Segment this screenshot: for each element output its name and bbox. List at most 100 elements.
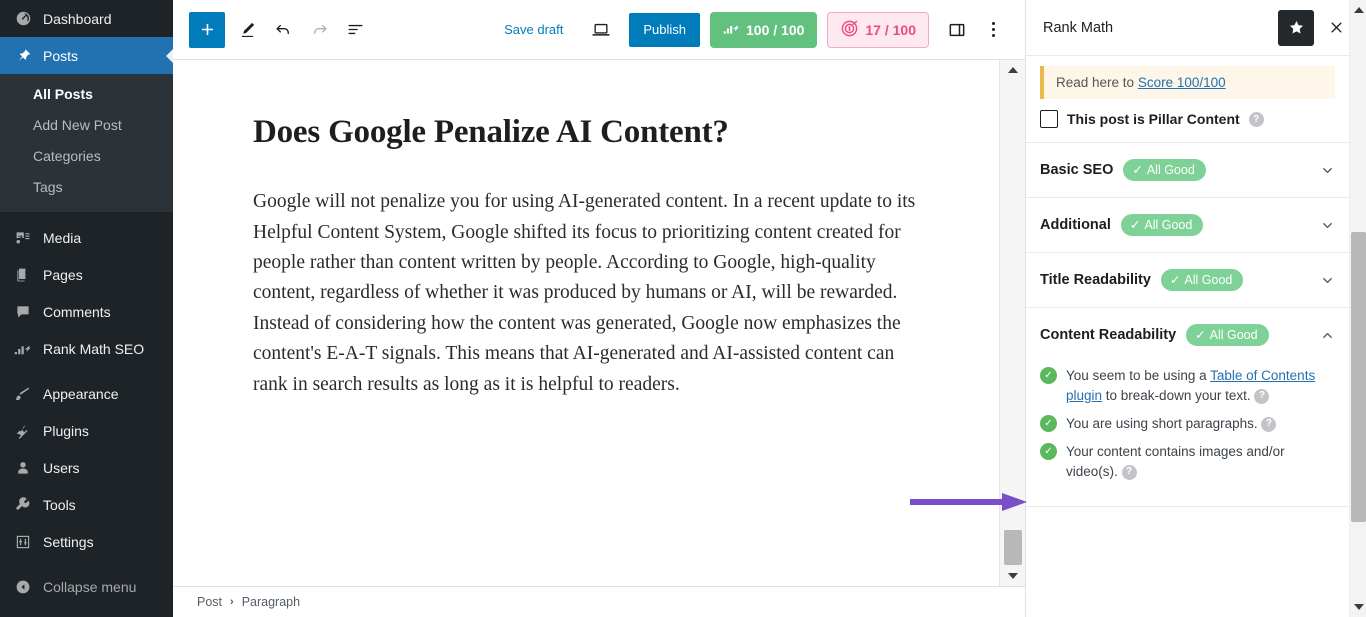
save-draft-button[interactable]: Save draft — [494, 16, 573, 43]
rank-math-scrollbar-thumb[interactable] — [1351, 232, 1366, 522]
media-icon — [12, 228, 34, 248]
section-title-readability-header[interactable]: Title Readability ✓ All Good — [1026, 253, 1349, 307]
content-ai-score-button[interactable]: 17 / 100 — [827, 11, 929, 48]
sidebar-item-dashboard[interactable]: Dashboard — [0, 0, 173, 37]
sidebar-subitem-categories[interactable]: Categories — [0, 141, 173, 172]
post-canvas[interactable]: Does Google Penalize AI Content? Google … — [173, 60, 999, 586]
rank-math-icon — [12, 339, 34, 359]
chevron-down-icon[interactable] — [1320, 273, 1335, 288]
status-badge: ✓ All Good — [1186, 324, 1269, 346]
comments-icon — [12, 302, 34, 322]
add-block-button[interactable] — [189, 11, 225, 48]
status-badge-label: All Good — [1144, 217, 1193, 232]
sidebar-subitem-add-new-post[interactable]: Add New Post — [0, 110, 173, 141]
star-icon[interactable] — [1278, 9, 1314, 46]
help-icon[interactable]: ? — [1261, 416, 1277, 432]
scroll-up-arrow-icon[interactable] — [1350, 0, 1366, 20]
tools-pencil-button[interactable] — [229, 12, 265, 48]
breadcrumb-separator-icon: › — [230, 596, 234, 608]
sidebar-item-comments[interactable]: Comments — [0, 294, 173, 331]
rank-math-sidebar-panel: Rank Math Read here to Score 100/100 Thi… — [1025, 0, 1366, 617]
pillar-content-row: This post is Pillar Content ? — [1026, 99, 1349, 143]
sidebar-item-label: Tools — [43, 497, 76, 514]
publish-button[interactable]: Publish — [629, 12, 700, 47]
status-badge: ✓ All Good — [1123, 159, 1206, 181]
sidebar-item-label: Settings — [43, 534, 94, 551]
sidebar-item-label: Posts — [43, 47, 79, 64]
collapse-menu-button[interactable]: Collapse menu — [0, 569, 173, 606]
editor-options-button[interactable] — [975, 12, 1011, 48]
redo-button[interactable] — [301, 12, 337, 48]
scroll-down-arrow-icon[interactable] — [1350, 597, 1366, 617]
settings-sidebar-toggle[interactable] — [939, 12, 975, 48]
sidebar-item-pages[interactable]: Pages — [0, 257, 173, 294]
list-item: ✓ You are using short paragraphs. ? — [1040, 414, 1335, 434]
sliders-icon — [12, 532, 34, 552]
rank-math-panel-body: Read here to Score 100/100 This post is … — [1026, 56, 1366, 617]
user-icon — [12, 458, 34, 478]
chevron-up-icon[interactable] — [1320, 328, 1335, 343]
sidebar-item-label: Pages — [43, 267, 83, 284]
editor-scrollbar-thumb[interactable] — [1004, 530, 1022, 565]
editor-scrollbar[interactable] — [999, 60, 1025, 586]
help-icon[interactable]: ? — [1254, 388, 1270, 404]
rank-math-panel-scrollbar[interactable] — [1349, 0, 1366, 617]
sidebar-item-tools[interactable]: Tools — [0, 487, 173, 524]
post-content: Does Google Penalize AI Content? Google … — [245, 112, 927, 400]
score-notice: Read here to Score 100/100 — [1040, 66, 1335, 99]
list-view-button[interactable] — [337, 12, 373, 48]
check-circle-icon: ✓ — [1040, 415, 1057, 432]
sidebar-item-label: Users — [43, 460, 80, 477]
wordpress-block-editor: Dashboard Posts All Posts Add New Post C… — [0, 0, 1366, 617]
section-additional: Additional ✓ All Good — [1026, 198, 1349, 253]
score-notice-prefix: Read here to — [1056, 75, 1138, 90]
posts-submenu: All Posts Add New Post Categories Tags — [0, 74, 173, 212]
sidebar-item-appearance[interactable]: Appearance — [0, 376, 173, 413]
rank-math-panel-title: Rank Math — [1043, 19, 1114, 36]
chevron-down-icon[interactable] — [1320, 218, 1335, 233]
list-item: ✓ You seem to be using a Table of Conten… — [1040, 366, 1335, 406]
sidebar-subitem-tags[interactable]: Tags — [0, 172, 173, 203]
scroll-down-arrow-icon[interactable] — [1000, 566, 1025, 586]
check-icon: ✓ — [1169, 273, 1181, 287]
sidebar-item-rank-math-seo[interactable]: Rank Math SEO — [0, 331, 173, 368]
sidebar-item-posts[interactable]: Posts — [0, 37, 173, 74]
undo-button[interactable] — [265, 12, 301, 48]
pillar-content-checkbox[interactable] — [1040, 110, 1058, 128]
sidebar-item-plugins[interactable]: Plugins — [0, 413, 173, 450]
chevron-down-icon[interactable] — [1320, 163, 1335, 178]
sidebar-item-label: Appearance — [43, 386, 119, 403]
score-notice-link[interactable]: Score 100/100 — [1138, 75, 1226, 90]
sidebar-item-settings[interactable]: Settings — [0, 524, 173, 561]
breadcrumb-item-paragraph[interactable]: Paragraph — [242, 595, 300, 609]
post-title-block[interactable]: Does Google Penalize AI Content? — [253, 112, 919, 153]
breadcrumb-item-post[interactable]: Post — [197, 595, 222, 609]
preview-button[interactable] — [583, 12, 619, 48]
seo-score-button[interactable]: 100 / 100 — [710, 11, 818, 48]
kebab-dot — [991, 22, 995, 25]
sidebar-item-label: Comments — [43, 304, 111, 321]
check-icon: ✓ — [1195, 328, 1206, 342]
scroll-up-arrow-icon[interactable] — [1000, 60, 1025, 80]
section-basic-seo-header[interactable]: Basic SEO ✓ All Good — [1026, 143, 1349, 197]
sidebar-subitem-all-posts[interactable]: All Posts — [0, 79, 173, 110]
section-content-readability-header[interactable]: Content Readability ✓ All Good — [1026, 308, 1349, 362]
status-badge-label: All Good — [1209, 327, 1258, 342]
content-readability-list: ✓ You seem to be using a Table of Conten… — [1026, 362, 1349, 506]
section-title: Title Readability — [1040, 272, 1151, 288]
sidebar-item-users[interactable]: Users — [0, 450, 173, 487]
section-basic-seo: Basic SEO ✓ All Good — [1026, 143, 1349, 198]
help-icon[interactable]: ? — [1121, 464, 1137, 480]
help-icon[interactable]: ? — [1248, 111, 1264, 127]
sidebar-item-media[interactable]: Media — [0, 220, 173, 257]
collapse-menu-label: Collapse menu — [43, 579, 137, 596]
editor-top-toolbar: Save draft Publish 100 / 100 17 / 100 — [173, 0, 1025, 60]
section-title: Content Readability — [1040, 327, 1177, 343]
check-icon: ✓ — [1129, 218, 1141, 232]
post-paragraph-block[interactable]: Google will not penalize you for using A… — [253, 187, 919, 400]
section-additional-header[interactable]: Additional ✓ All Good — [1026, 198, 1349, 252]
section-title: Additional — [1040, 217, 1111, 233]
close-icon[interactable] — [1320, 12, 1352, 44]
plug-icon — [12, 421, 34, 441]
check-circle-icon: ✓ — [1040, 443, 1057, 460]
